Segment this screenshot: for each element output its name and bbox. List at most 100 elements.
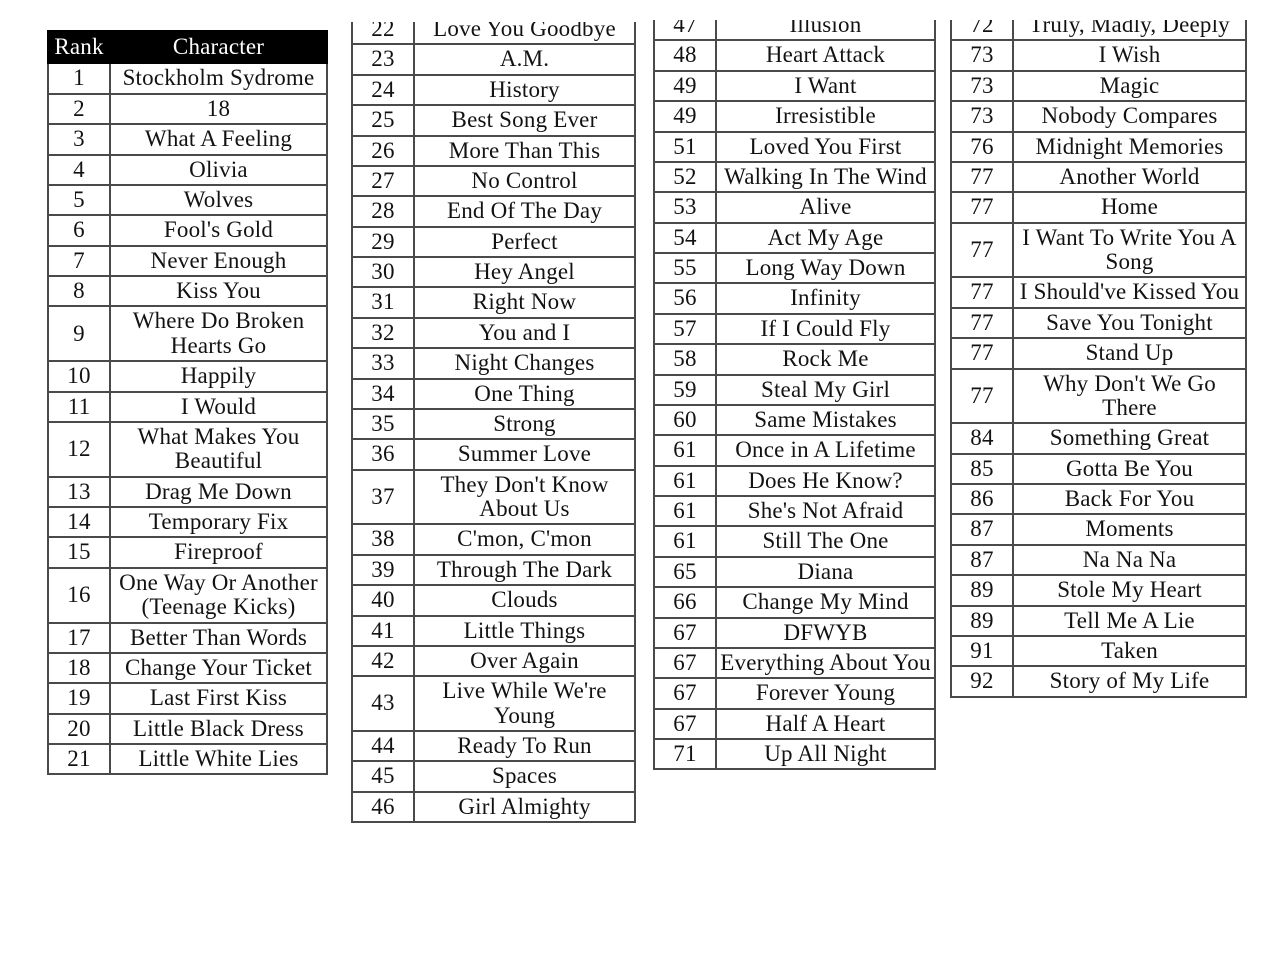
rank-cell: 52 (653, 160, 717, 194)
rank-cell: 32 (351, 316, 415, 350)
rank-cell: 31 (351, 286, 415, 319)
table-row: 73 Nobody Compares (950, 100, 1247, 133)
rank-cell: 61 (653, 464, 717, 498)
character-cell: Happily (109, 360, 328, 393)
rank-cell: 41 (351, 614, 415, 647)
table-row: 12 What Makes You Beautiful (47, 420, 328, 478)
rank-cell: 5 (47, 183, 111, 217)
character-cell: Love You Goodbye (413, 22, 636, 46)
table-row: 73 Magic (950, 69, 1247, 103)
ranking-table-3: 47 Illusion 48 Heart Attack 49 I Want 49 Irresi… (653, 20, 936, 771)
rank-cell: 91 (950, 634, 1014, 668)
character-cell: Right Now (413, 286, 636, 319)
character-cell: Stockholm Sydrome (109, 62, 328, 95)
rank-cell: 27 (351, 164, 415, 198)
character-cell: Hey Angel (413, 255, 636, 289)
table-row: 49 Irresistible (653, 100, 936, 133)
character-cell: Up All Night (715, 737, 936, 771)
table-row: 77 Save You Tonight (950, 306, 1247, 340)
rank-cell: 16 (47, 566, 111, 624)
character-cell: Over Again (413, 644, 636, 678)
character-cell: Temporary Fix (109, 505, 328, 539)
table-row: 19 Last First Kiss (47, 682, 328, 715)
character-cell: Summer Love (413, 438, 636, 471)
table-body-2: 22 Love You Goodbye 23 A.M. 24 History 25 Best … (351, 22, 636, 824)
character-cell: I Want To Write You A Song (1012, 221, 1247, 279)
character-cell: Long Way Down (715, 251, 936, 285)
table-row: 48 Heart Attack (653, 39, 936, 72)
rank-cell: 77 (950, 221, 1014, 279)
rank-cell: 85 (950, 452, 1014, 486)
rank-cell: 22 (351, 22, 415, 46)
character-cell: Midnight Memories (1012, 130, 1247, 163)
rank-cell: 33 (351, 347, 415, 380)
table-row: 61 Does He Know? (653, 464, 936, 498)
rank-cell: 23 (351, 43, 415, 76)
ranking-column-3: 47 Illusion 48 Heart Attack 49 I Want 49 Irresi… (653, 20, 936, 958)
rank-cell: 55 (653, 251, 717, 285)
character-cell: I Should've Kissed You (1012, 276, 1247, 309)
table-row: 32 You and I (351, 316, 636, 350)
ranking-column-2: 22 Love You Goodbye 23 A.M. 24 History 25 Best … (351, 22, 636, 958)
table-row: 57 If I Could Fly (653, 312, 936, 346)
table-row: 87 Na Na Na (950, 543, 1247, 577)
character-cell: Change My Mind (715, 586, 936, 619)
rank-cell: 56 (653, 282, 717, 315)
character-cell: Nobody Compares (1012, 100, 1247, 133)
table-row: 56 Infinity (653, 282, 936, 315)
table-row: 10 Happily (47, 360, 328, 393)
table-body-3: 47 Illusion 48 Heart Attack 49 I Want 49 Irresi… (653, 20, 936, 771)
table-row: 59 Steal My Girl (653, 373, 936, 406)
table-row: 41 Little Things (351, 614, 636, 647)
character-cell: Back For You (1012, 482, 1247, 516)
rank-cell: 12 (47, 420, 111, 478)
table-row: 31 Right Now (351, 286, 636, 319)
character-cell: Through The Dark (413, 553, 636, 587)
character-cell: More Than This (413, 134, 636, 167)
table-row: 25 Best Song Ever (351, 104, 636, 137)
character-cell: Change Your Ticket (109, 651, 328, 685)
character-cell: C'mon, C'mon (413, 523, 636, 556)
character-cell: Story of My Life (1012, 665, 1247, 698)
rank-cell: 26 (351, 134, 415, 167)
rank-cell: 37 (351, 468, 415, 526)
character-cell: Little Black Dress (109, 712, 328, 746)
rank-cell: 38 (351, 523, 415, 556)
table-row: 22 Love You Goodbye (351, 22, 636, 46)
character-cell: Home (1012, 191, 1247, 224)
ranking-column-4: 72 Truly, Madly, Deeply 73 I Wish 73 Magic 73 N… (950, 20, 1247, 938)
table-row: 6 Fool's Gold (47, 214, 328, 247)
rank-cell: 73 (950, 100, 1014, 133)
character-cell: Better Than Words (109, 621, 328, 654)
character-cell: Magic (1012, 69, 1247, 103)
table-row: 1 Stockholm Sydrome (47, 62, 328, 95)
character-cell: I Want (715, 69, 936, 103)
character-cell: Night Changes (413, 347, 636, 380)
table-row: 47 Illusion (653, 20, 936, 42)
rank-cell: 43 (351, 675, 415, 732)
table-row: 86 Back For You (950, 482, 1247, 516)
ranking-column-1: Rank Character 1 Stockholm Sydrome 2 18 3 Wha… (47, 30, 328, 958)
character-cell: Save You Tonight (1012, 306, 1247, 340)
table-row: 72 Truly, Madly, Deeply (950, 20, 1247, 42)
character-cell: Stole My Heart (1012, 574, 1247, 607)
character-cell: 18 (109, 92, 328, 126)
character-cell: Strong (413, 407, 636, 441)
table-row: 91 Taken (950, 634, 1247, 668)
character-cell: Gotta Be You (1012, 452, 1247, 486)
ranking-table-4: 72 Truly, Madly, Deeply 73 I Wish 73 Magic 73 N… (950, 20, 1247, 698)
rank-cell: 7 (47, 244, 111, 278)
character-cell: Spaces (413, 760, 636, 793)
table-row: 43 Live While We're Young (351, 675, 636, 732)
character-cell: You and I (413, 316, 636, 350)
table-row: 84 Something Great (950, 422, 1247, 455)
rank-cell: 71 (653, 737, 717, 771)
character-cell: DFWYB (715, 616, 936, 649)
character-cell: Another World (1012, 160, 1247, 194)
rank-cell: 29 (351, 225, 415, 259)
table-row: 76 Midnight Memories (950, 130, 1247, 163)
character-cell: Act My Age (715, 221, 936, 255)
character-column-header: Character (109, 30, 328, 65)
table-row: 8 Kiss You (47, 274, 328, 308)
character-cell: Perfect (413, 225, 636, 259)
